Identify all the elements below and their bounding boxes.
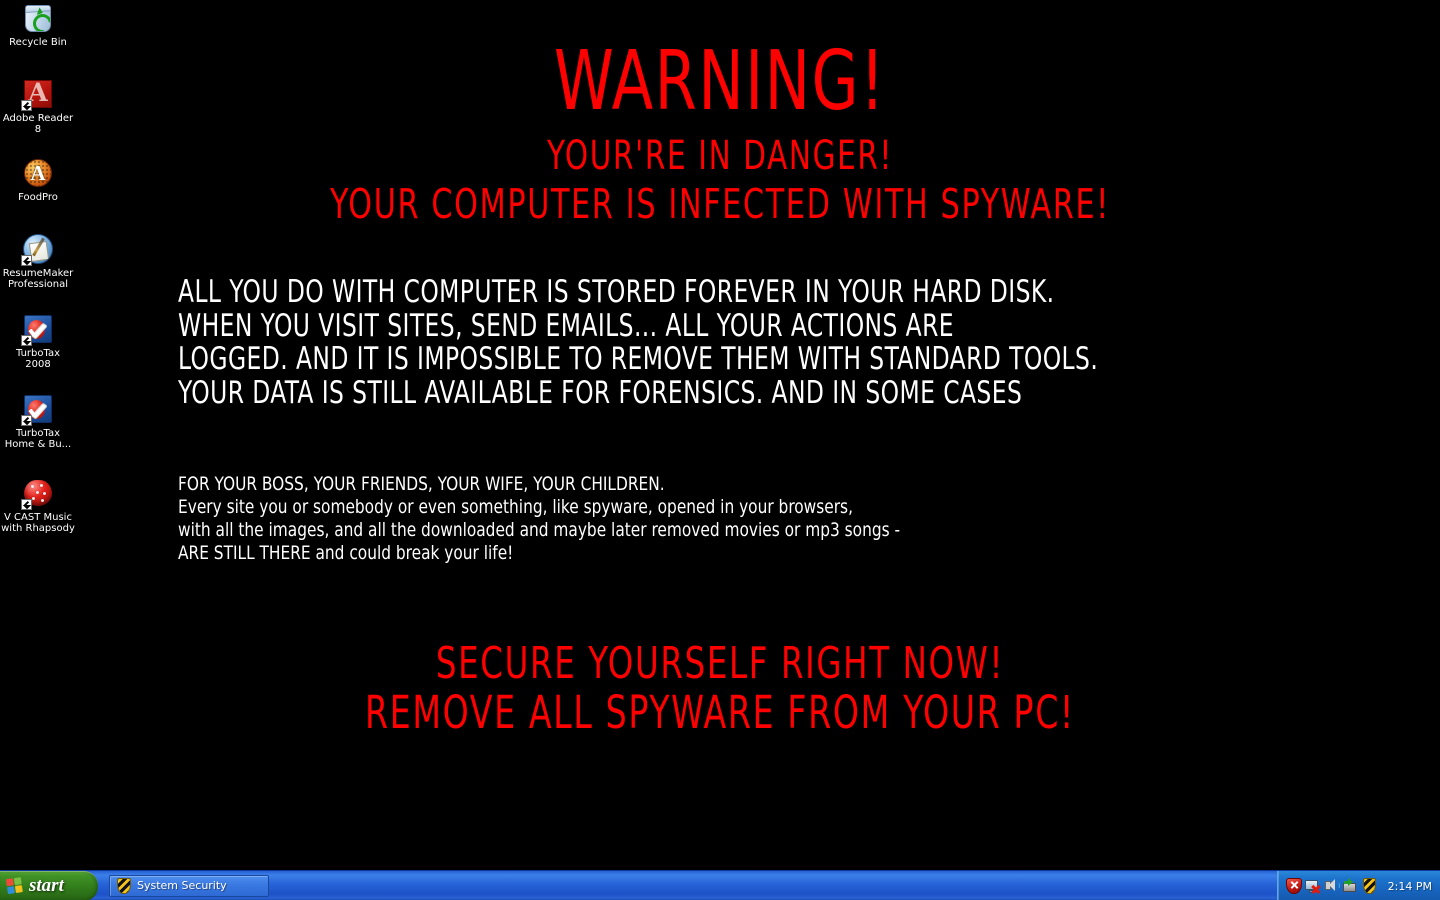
desktop-icon-label: Adobe Reader 8 (2, 113, 74, 135)
turbotax-icon (21, 393, 54, 426)
system-security-tray-icon[interactable] (1362, 878, 1378, 894)
desktop-icon-turbotax-2008[interactable]: TurboTax 2008 (0, 313, 76, 370)
taskbar-button-list: System Security (104, 871, 1277, 900)
warning-body-line: WHEN YOU VISIT SITES, SEND EMAILS... ALL… (178, 307, 955, 344)
desktop-icon-label: TurboTax 2008 (15, 348, 60, 370)
warning-detail-line: Every site you or somebody or even somet… (178, 496, 853, 518)
taskbar: start System Security 2:14 PM (0, 870, 1440, 900)
desktop-icon-recycle-bin[interactable]: Recycle Bin (0, 2, 76, 48)
desktop-icon-adobe-reader-8[interactable]: Adobe Reader 8 (0, 78, 76, 135)
shortcut-arrow-icon (21, 255, 32, 266)
adobe-reader-icon (21, 78, 54, 111)
security-center-icon[interactable] (1285, 878, 1302, 894)
desktop-icon-label: ResumeMaker Professional (2, 268, 74, 290)
warning-detail-line: with all the images, and all the downloa… (178, 519, 901, 541)
network-disconnected-icon[interactable] (1304, 878, 1321, 894)
desktop-icon-turbotax-home-and-business[interactable]: TurboTax Home & Bu... (0, 393, 76, 450)
desktop-icon-label: FoodPro (18, 192, 58, 203)
volume-icon[interactable] (1324, 878, 1340, 894)
warning-detail-line: ARE STILL THERE and could break your lif… (178, 542, 514, 564)
taskbar-button-system-security[interactable]: System Security (109, 874, 269, 897)
warning-body-line: YOUR DATA IS STILL AVAILABLE FOR FORENSI… (178, 374, 1023, 411)
cta-line-remove-spyware: REMOVE ALL SPYWARE FROM YOUR PC! (365, 686, 1075, 739)
shortcut-arrow-icon (21, 335, 32, 346)
vcast-music-icon (21, 477, 54, 510)
desktop-icon-vcast-music[interactable]: V CAST Music with Rhapsody (0, 477, 76, 534)
warning-title: WARNING! (553, 34, 887, 129)
shortcut-arrow-icon (21, 499, 32, 510)
desktop-icon-label: TurboTax Home & Bu... (4, 428, 72, 450)
warning-detail-line: FOR YOUR BOSS, YOUR FRIENDS, YOUR WIFE, … (178, 473, 665, 495)
foodpro-icon (22, 157, 54, 189)
start-button[interactable]: start (0, 871, 98, 900)
warning-call-to-action: SECURE YOURSELF RIGHT NOW! REMOVE ALL SP… (0, 638, 1440, 739)
desktop-icon-resumemaker-professional[interactable]: ResumeMaker Professional (0, 233, 76, 290)
desktop-screen: Recycle Bin Adobe Reader 8 FoodPro Resum… (0, 0, 1440, 900)
start-button-label: start (29, 875, 64, 896)
desktop-icon-foodpro[interactable]: FoodPro (0, 157, 76, 203)
shortcut-arrow-icon (21, 415, 32, 426)
striped-shield-icon (117, 877, 131, 894)
taskbar-button-label: System Security (137, 879, 227, 892)
resumemaker-icon (21, 233, 54, 266)
taskbar-clock[interactable]: 2:14 PM (1388, 880, 1432, 893)
cta-line-secure-yourself: SECURE YOURSELF RIGHT NOW! (435, 638, 1005, 689)
warning-body-line: ALL YOU DO WITH COMPUTER IS STORED FOREV… (178, 274, 1055, 310)
turbotax-icon (21, 313, 54, 346)
warning-subtitle-danger: YOUR'RE IN DANGER! (546, 133, 894, 179)
system-tray: 2:14 PM (1276, 871, 1440, 900)
recycle-bin-icon (22, 2, 54, 34)
shortcut-arrow-icon (21, 100, 32, 111)
windows-flag-icon (5, 876, 25, 895)
warning-body-line: LOGGED. AND IT IS IMPOSSIBLE TO REMOVE T… (178, 341, 1099, 377)
desktop-icon-label: V CAST Music with Rhapsody (1, 512, 75, 534)
warning-subtitle-infected: YOUR COMPUTER IS INFECTED WITH SPYWARE! (330, 180, 1110, 228)
desktop-icon-label: Recycle Bin (9, 37, 67, 48)
safely-remove-hardware-icon[interactable] (1342, 878, 1359, 894)
warning-detail-text: FOR YOUR BOSS, YOUR FRIENDS, YOUR WIFE, … (178, 473, 1178, 565)
warning-body-text: ALL YOU DO WITH COMPUTER IS STORED FOREV… (178, 274, 1278, 411)
